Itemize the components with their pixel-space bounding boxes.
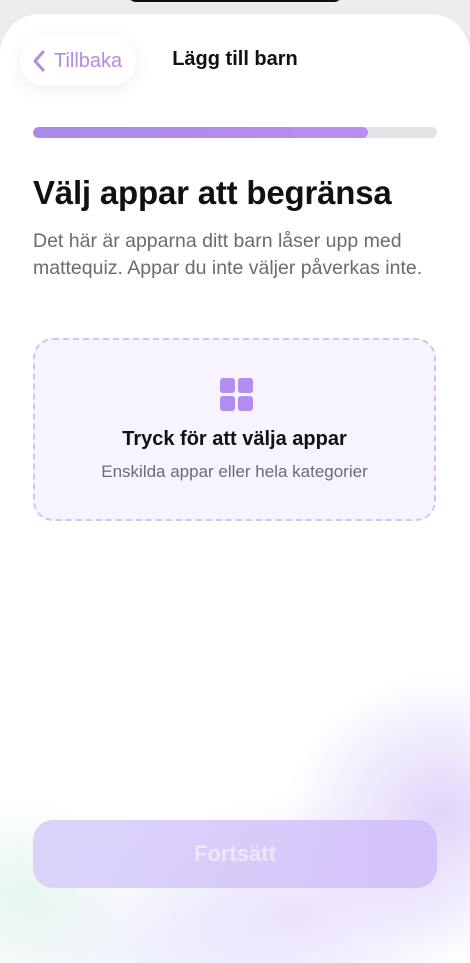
- screen: Tillbaka Lägg till barn Välj appar att b…: [0, 0, 470, 963]
- app-picker-button[interactable]: Tryck för att välja appar Enskilda appar…: [33, 338, 436, 521]
- picker-title: Tryck för att välja appar: [122, 428, 347, 450]
- section-description: Det här är apparna ditt barn låser upp m…: [33, 230, 423, 279]
- modal-sheet: Tillbaka Lägg till barn Välj appar att b…: [0, 14, 470, 963]
- continue-label: Fortsätt: [194, 841, 276, 866]
- grid-icon: [220, 378, 253, 411]
- continue-button[interactable]: Fortsätt: [33, 820, 437, 888]
- device-notch: [128, 0, 342, 2]
- progress-bar: [33, 127, 437, 138]
- section-heading: Välj appar att begränsa: [33, 174, 392, 211]
- picker-subtitle: Enskilda appar eller hela kategorier: [101, 462, 368, 481]
- page-title: Lägg till barn: [172, 48, 298, 70]
- progress-fill: [33, 127, 369, 138]
